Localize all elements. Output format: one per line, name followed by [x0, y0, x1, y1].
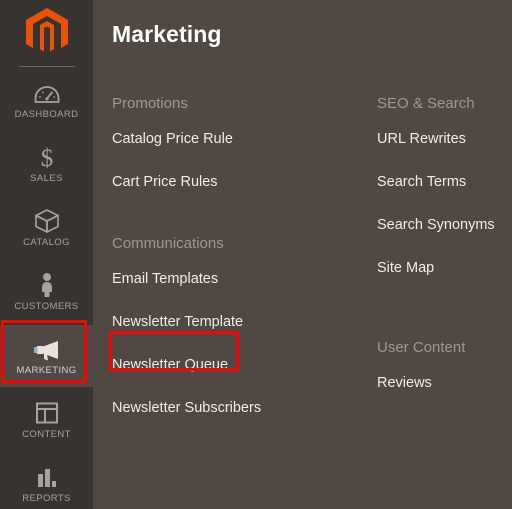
- gauge-icon: [34, 80, 60, 106]
- sidebar-item-label: CATALOG: [23, 237, 70, 248]
- magento-logo[interactable]: [0, 0, 93, 62]
- sidebar-item-marketing[interactable]: MARKETING: [0, 325, 93, 387]
- magento-logo-icon: [25, 8, 68, 52]
- menu-link-cart-price-rules[interactable]: Cart Price Rules: [112, 173, 363, 191]
- menu-link-search-synonyms[interactable]: Search Synonyms: [377, 216, 505, 234]
- person-icon: [37, 272, 57, 298]
- box-icon: [34, 208, 60, 234]
- sidebar-item-label: CUSTOMERS: [14, 301, 79, 312]
- menu-link-reviews[interactable]: Reviews: [377, 374, 505, 392]
- group-heading-communications: Communications: [112, 235, 224, 252]
- sidebar-item-sales[interactable]: $ SALES: [0, 133, 93, 195]
- menu-link-url-rewrites[interactable]: URL Rewrites: [377, 130, 505, 148]
- column-spacer: [377, 302, 505, 339]
- sidebar-item-content[interactable]: CONTENT: [0, 389, 93, 451]
- menu-link-search-terms[interactable]: Search Terms: [377, 173, 505, 191]
- sidebar-item-label: REPORTS: [22, 493, 71, 504]
- sidebar-item-customers[interactable]: CUSTOMERS: [0, 261, 93, 323]
- page-title: Marketing: [112, 21, 222, 47]
- menu-link-newsletter-template[interactable]: Newsletter Template: [112, 313, 363, 331]
- menu-link-email-templates[interactable]: Email Templates: [112, 270, 363, 288]
- main-content: Marketing Promotions Catalog Price Rule …: [93, 0, 512, 509]
- bar-chart-icon: [34, 464, 60, 490]
- menu-columns: Promotions Catalog Price Rule Cart Price…: [93, 95, 512, 442]
- sidebar-item-catalog[interactable]: CATALOG: [0, 197, 93, 259]
- admin-sidebar: DASHBOARD $ SALES CATALOG CUSTOMERS MARK…: [0, 0, 93, 509]
- sidebar-item-label: MARKETING: [16, 365, 77, 376]
- menu-link-newsletter-subscribers[interactable]: Newsletter Subscribers: [112, 399, 363, 417]
- menu-link-newsletter-queue[interactable]: Newsletter Queue: [112, 356, 363, 374]
- group-heading-seo-search: SEO & Search: [377, 95, 475, 112]
- megaphone-icon: [32, 336, 62, 362]
- menu-link-site-map[interactable]: Site Map: [377, 259, 505, 277]
- sidebar-item-reports[interactable]: REPORTS: [0, 453, 93, 509]
- menu-column-right: SEO & Search URL Rewrites Search Terms S…: [363, 95, 505, 442]
- magento-admin-window: DASHBOARD $ SALES CATALOG CUSTOMERS MARK…: [0, 0, 512, 509]
- svg-text:$: $: [40, 145, 53, 170]
- menu-link-catalog-price-rule[interactable]: Catalog Price Rule: [112, 130, 363, 148]
- sidebar-item-label: DASHBOARD: [14, 109, 79, 120]
- layout-icon: [34, 400, 60, 426]
- group-heading-promotions: Promotions: [112, 95, 188, 112]
- sidebar-divider: [18, 66, 75, 67]
- sidebar-item-dashboard[interactable]: DASHBOARD: [0, 69, 93, 131]
- sidebar-item-label: SALES: [30, 173, 63, 184]
- column-spacer: [112, 216, 363, 235]
- group-heading-user-content: User Content: [377, 339, 466, 356]
- menu-column-left: Promotions Catalog Price Rule Cart Price…: [93, 95, 363, 442]
- dollar-icon: $: [37, 144, 57, 170]
- sidebar-item-label: CONTENT: [22, 429, 71, 440]
